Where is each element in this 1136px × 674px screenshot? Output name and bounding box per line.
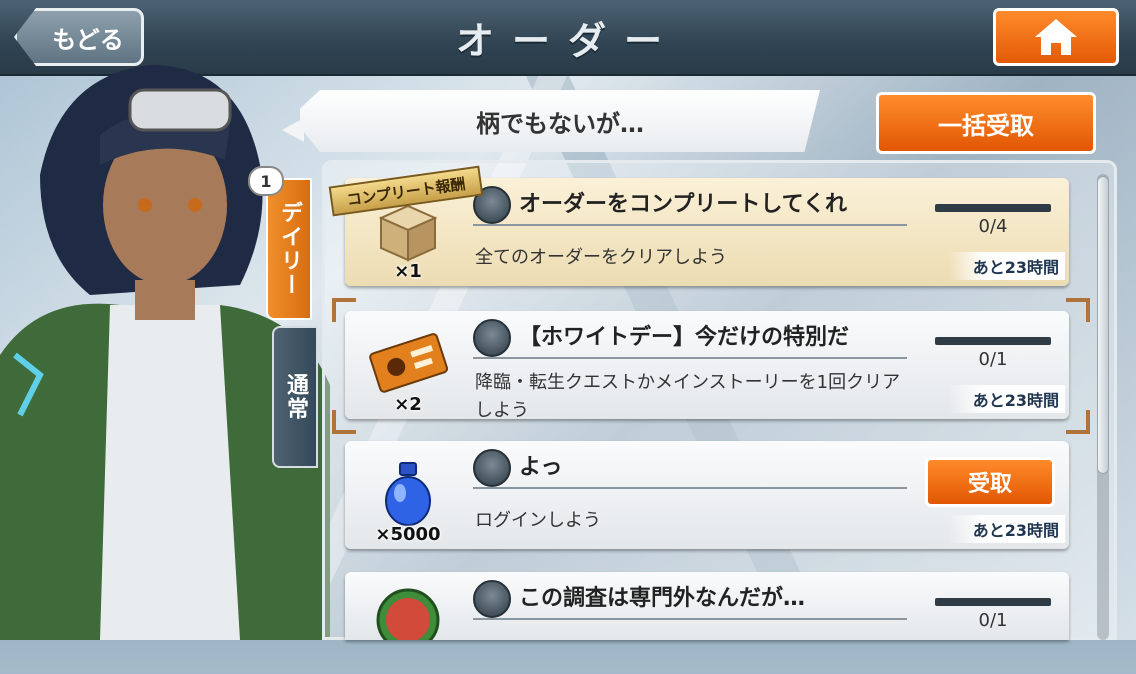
divider	[473, 487, 907, 489]
progress-text: 0/4	[978, 216, 1008, 237]
reward-count: ×2	[394, 394, 422, 415]
order-title: オーダーをコンプリートしてくれ	[519, 192, 848, 217]
divider	[473, 357, 907, 359]
home-button[interactable]	[993, 8, 1119, 66]
progress-text: 0/1	[978, 610, 1008, 631]
reward-slot: ×5000	[363, 451, 453, 545]
order-card[interactable]: ×2 【ホワイトデー】今だけの特別だ 降臨・転生クエストかメインストーリーを1回…	[345, 311, 1069, 421]
order-title: 【ホワイトデー】今だけの特別だ	[519, 325, 850, 350]
receive-button-label: 受取	[967, 472, 1012, 497]
avatar	[473, 580, 511, 618]
order-card[interactable]: この調査は専門外なんだが… 0/1	[345, 572, 1069, 652]
progress-bar	[935, 598, 1051, 606]
bulk-receive-label: 一括受取	[938, 111, 1034, 140]
reward-slot: ×2	[363, 321, 453, 415]
tab-normal-label: 通常	[283, 373, 308, 421]
progress-text: 0/1	[978, 349, 1008, 370]
reward-slot	[363, 580, 453, 674]
order-card[interactable]: ×5000 よっ ログインしよう 受取 あと23時間	[345, 441, 1069, 549]
highlight-bracket	[1066, 298, 1090, 322]
receive-button[interactable]: 受取	[925, 457, 1055, 507]
order-description: ログインしよう	[475, 510, 601, 531]
potion-icon	[385, 462, 431, 526]
reward-count: ×1	[394, 261, 422, 282]
bulk-receive-button[interactable]: 一括受取	[876, 92, 1096, 154]
tab-daily[interactable]: デイリー	[266, 178, 312, 320]
reward-count: ×5000	[375, 524, 441, 545]
speech-bubble: 柄でもないが…	[300, 90, 820, 152]
order-title: よっ	[519, 455, 563, 480]
speech-text: 柄でもないが…	[476, 109, 644, 138]
divider	[473, 618, 907, 620]
order-title: この調査は専門外なんだが…	[519, 586, 806, 611]
character-medal-icon	[376, 588, 440, 652]
order-description: 降臨・転生クエストかメインストーリーを1回クリアしよう	[475, 372, 901, 421]
tab-daily-label: デイリー	[277, 201, 302, 297]
avatar	[473, 319, 511, 357]
progress-bar	[935, 337, 1051, 345]
tab-normal[interactable]: 通常	[272, 326, 318, 468]
divider	[473, 224, 907, 226]
tab-badge: 1	[248, 166, 284, 196]
home-icon	[1035, 19, 1077, 55]
highlight-bracket	[1066, 410, 1090, 434]
time-remaining: あと23時間	[948, 252, 1065, 280]
avatar	[473, 449, 511, 487]
order-description: 全てのオーダーをクリアしよう	[475, 247, 727, 268]
ticket-icon	[369, 333, 449, 393]
scrollbar-thumb[interactable]	[1097, 176, 1109, 474]
time-remaining: あと23時間	[948, 385, 1065, 413]
time-remaining: あと23時間	[948, 515, 1065, 543]
progress-bar	[935, 204, 1051, 212]
